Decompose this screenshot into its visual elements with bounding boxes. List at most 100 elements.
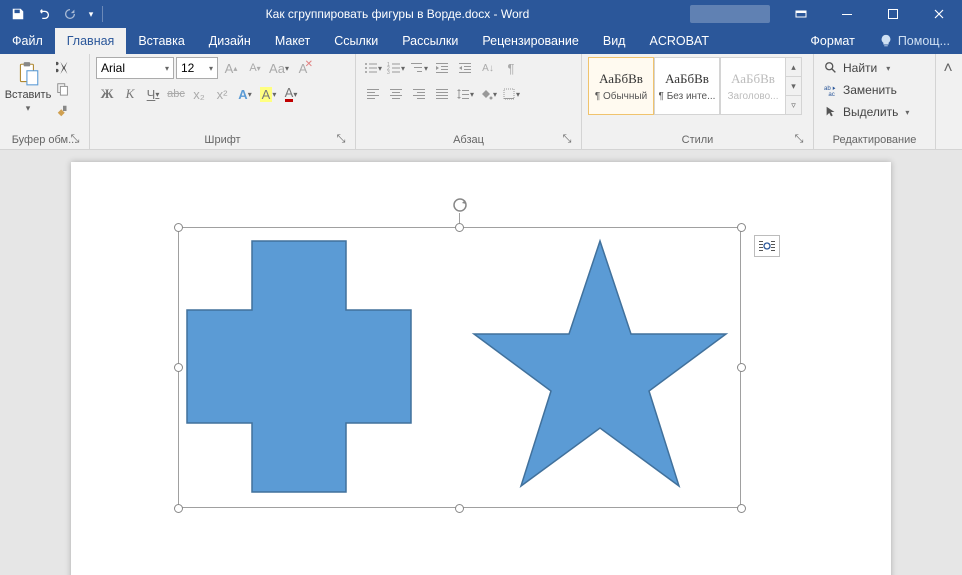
style-no-spacing[interactable]: АаБбВв ¶ Без инте...: [654, 57, 720, 115]
document-area[interactable]: [0, 150, 962, 575]
align-justify-icon: [435, 87, 449, 101]
tab-acrobat[interactable]: ACROBAT: [637, 28, 721, 54]
resize-handle-s[interactable]: [455, 504, 464, 513]
line-spacing-button[interactable]: ▾: [454, 83, 476, 105]
decrease-indent-button[interactable]: [431, 57, 453, 79]
paste-button[interactable]: Вставить ▾: [6, 57, 50, 125]
tab-view[interactable]: Вид: [591, 28, 638, 54]
font-name-combo[interactable]: Arial▾: [96, 57, 174, 79]
borders-button[interactable]: ▾: [500, 83, 522, 105]
lightbulb-icon: [879, 34, 893, 48]
tell-me-search[interactable]: Помощ...: [867, 28, 962, 54]
resize-handle-n[interactable]: [455, 223, 464, 232]
qat-customize-button[interactable]: ▾: [84, 2, 98, 26]
styles-launcher[interactable]: ⤡: [793, 133, 805, 145]
align-right-button[interactable]: [408, 83, 430, 105]
tab-layout[interactable]: Макет: [263, 28, 322, 54]
paste-label: Вставить: [5, 89, 52, 101]
shrink-font-button[interactable]: A▾: [244, 57, 266, 79]
styles-more-button[interactable]: ▿: [786, 96, 801, 114]
indent-icon: [458, 61, 472, 75]
minimize-button[interactable]: [824, 0, 870, 28]
underline-button[interactable]: Ч▾: [142, 83, 164, 105]
highlight-button[interactable]: A▾: [257, 83, 279, 105]
bullets-button[interactable]: ▾: [362, 57, 384, 79]
resize-handle-se[interactable]: [737, 504, 746, 513]
style-preview: АаБбВв: [665, 71, 709, 87]
align-left-button[interactable]: [362, 83, 384, 105]
tab-home[interactable]: Главная: [55, 28, 127, 54]
numbering-button[interactable]: 123▾: [385, 57, 407, 79]
clear-format-button[interactable]: A✕: [292, 57, 314, 79]
tab-insert[interactable]: Вставка: [126, 28, 196, 54]
show-marks-button[interactable]: ¶: [500, 57, 522, 79]
select-button[interactable]: Выделить▾: [820, 101, 913, 123]
brush-icon: [56, 104, 70, 118]
clipboard-launcher[interactable]: ⤡: [69, 133, 81, 145]
scissors-icon: [56, 60, 70, 74]
layout-options-icon: [758, 239, 776, 253]
style-normal[interactable]: АаБбВв ¶ Обычный: [588, 57, 654, 115]
undo-button[interactable]: [32, 2, 56, 26]
font-color-button[interactable]: A▾: [280, 83, 302, 105]
close-button[interactable]: [916, 0, 962, 28]
maximize-button[interactable]: [870, 0, 916, 28]
bold-button[interactable]: Ж: [96, 83, 118, 105]
save-button[interactable]: [6, 2, 30, 26]
copy-button[interactable]: [52, 79, 74, 99]
resize-handle-e[interactable]: [737, 363, 746, 372]
ribbon-display-button[interactable]: [778, 0, 824, 28]
resize-handle-ne[interactable]: [737, 223, 746, 232]
subscript-button[interactable]: x₂: [188, 83, 210, 105]
italic-button[interactable]: К: [119, 83, 141, 105]
styles-down-button[interactable]: ▾: [786, 77, 801, 96]
chevron-down-icon: ▾: [26, 103, 31, 114]
tab-design[interactable]: Дизайн: [197, 28, 263, 54]
rotate-handle[interactable]: [450, 195, 470, 215]
replace-button[interactable]: abac Заменить: [820, 79, 901, 101]
grow-font-button[interactable]: A▴: [220, 57, 242, 79]
align-center-button[interactable]: [385, 83, 407, 105]
svg-text:3: 3: [387, 70, 390, 75]
style-heading1[interactable]: АаБбВв Заголово...: [720, 57, 786, 115]
align-justify-button[interactable]: [431, 83, 453, 105]
find-button[interactable]: Найти▾: [820, 57, 894, 79]
tab-review[interactable]: Рецензирование: [470, 28, 591, 54]
resize-handle-w[interactable]: [174, 363, 183, 372]
shape-star[interactable]: [469, 236, 731, 498]
change-case-button[interactable]: Aa▾: [268, 57, 290, 79]
redo-button[interactable]: [58, 2, 82, 26]
shading-button[interactable]: ▾: [477, 83, 499, 105]
text-effects-button[interactable]: A▾: [234, 83, 256, 105]
superscript-button[interactable]: x²: [211, 83, 233, 105]
resize-handle-sw[interactable]: [174, 504, 183, 513]
font-size-combo[interactable]: 12▾: [176, 57, 218, 79]
outdent-icon: [435, 61, 449, 75]
layout-options-button[interactable]: [754, 235, 780, 257]
document-page: [71, 162, 891, 575]
paragraph-launcher[interactable]: ⤡: [561, 133, 573, 145]
tell-me-label: Помощ...: [898, 34, 950, 48]
rotate-icon: [451, 196, 469, 214]
shape-cross[interactable]: [186, 240, 412, 493]
tab-mailings[interactable]: Рассылки: [390, 28, 470, 54]
tab-references[interactable]: Ссылки: [322, 28, 390, 54]
styles-up-button[interactable]: ▴: [786, 58, 801, 77]
cut-button[interactable]: [52, 57, 74, 77]
style-preview: АаБбВв: [731, 71, 775, 87]
quick-access-toolbar: ▾: [0, 2, 105, 26]
group-clipboard-label: Буфер обм...: [12, 134, 78, 146]
multilevel-button[interactable]: ▾: [408, 57, 430, 79]
resize-handle-nw[interactable]: [174, 223, 183, 232]
ribbon-collapse-button[interactable]: ˄: [936, 54, 960, 149]
font-launcher[interactable]: ⤡: [335, 133, 347, 145]
increase-indent-button[interactable]: [454, 57, 476, 79]
account-placeholder[interactable]: [690, 5, 770, 23]
tab-format[interactable]: Формат: [798, 28, 866, 54]
sort-button[interactable]: A↓: [477, 57, 499, 79]
tab-file[interactable]: Файл: [0, 28, 55, 54]
format-painter-button[interactable]: [52, 101, 74, 121]
strike-button[interactable]: abc: [165, 83, 187, 105]
group-styles: АаБбВв ¶ Обычный АаБбВв ¶ Без инте... Аа…: [582, 54, 814, 149]
align-center-icon: [389, 87, 403, 101]
